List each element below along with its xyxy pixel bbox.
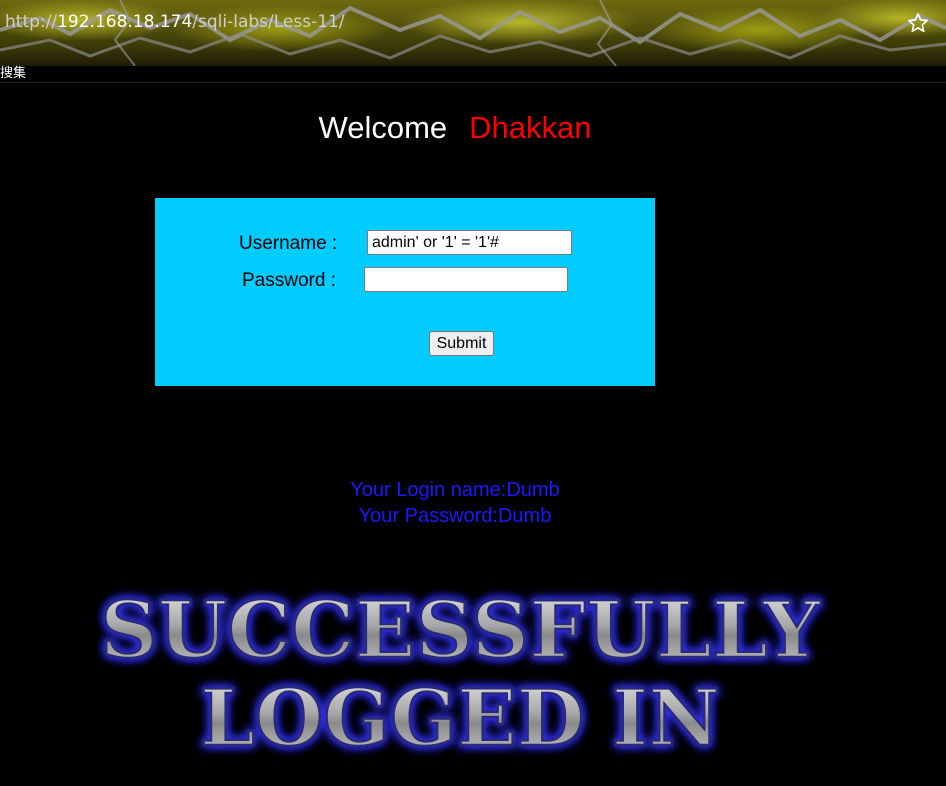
success-banner-image: SUCCESSFULLY LOGGED IN — [99, 585, 823, 760]
username-label: Username : — [239, 233, 338, 254]
browser-address-bar: http://192.168.18.174/sqli-labs/Less-11/ — [0, 0, 946, 66]
url-path: /sqli-labs/Less-11/ — [192, 12, 345, 32]
username-field[interactable] — [367, 230, 572, 255]
password-label: Password : — [242, 270, 336, 291]
url-field[interactable]: http://192.168.18.174/sqli-labs/Less-11/ — [5, 12, 345, 32]
bookmarks-bar: 搜集 — [0, 66, 946, 83]
lightning-background-image — [0, 0, 946, 66]
bookmark-item[interactable]: 搜集 — [0, 66, 26, 82]
submit-button[interactable]: Submit — [429, 331, 494, 356]
welcome-name: Dhakkan — [469, 110, 592, 145]
banner-line-1: SUCCESSFULLY — [100, 585, 821, 676]
login-form: Username : Password : Submit — [155, 198, 655, 386]
welcome-text: Welcome — [318, 110, 448, 145]
banner-line-2: LOGGED IN — [200, 673, 720, 760]
welcome-heading: Welcome Dhakkan — [0, 110, 910, 146]
star-icon[interactable] — [907, 12, 929, 34]
password-field[interactable] — [364, 267, 568, 292]
url-host: 192.168.18.174 — [57, 12, 193, 32]
login-name-result: Your Login name:Dumb — [350, 479, 560, 501]
url-scheme: http:// — [5, 12, 58, 32]
password-result: Your Password:Dumb — [358, 505, 552, 527]
